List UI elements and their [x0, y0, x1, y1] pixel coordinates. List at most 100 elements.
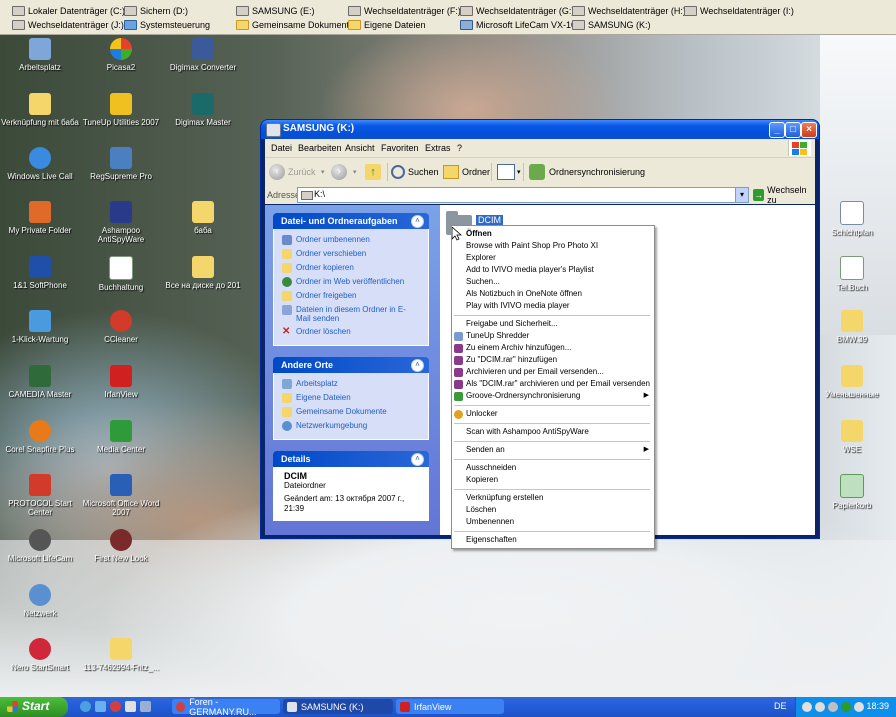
desktop-icon-private-folder[interactable]: My Private Folder [0, 201, 80, 235]
desktop-icon-ashampoo[interactable]: Ashampoo AntiSpyWare [81, 201, 161, 244]
place-network[interactable]: Netzwerkumgebung [274, 419, 428, 433]
quicklaunch-app-icon[interactable] [125, 701, 136, 712]
ctx-search[interactable]: Suchen... [466, 277, 500, 286]
toolbar-drive-h[interactable]: Wechseldatenträger (H:) [572, 4, 686, 18]
menu-extras[interactable]: Extras [425, 143, 451, 153]
task-delete-folder[interactable]: ✕ Ordner löschen [274, 325, 428, 339]
quicklaunch-ie-icon[interactable] [80, 701, 91, 712]
menu-datei[interactable]: Datei [271, 143, 292, 153]
back-button[interactable]: ‹ Zurück [269, 163, 316, 181]
quicklaunch-media-icon[interactable] [110, 701, 121, 712]
minimize-button[interactable]: _ [769, 122, 785, 138]
ctx-ivivo-playlist[interactable]: Add to IVIVO media player's Playlist [466, 265, 594, 274]
address-input[interactable]: K:\ ▾ [297, 187, 749, 203]
ctx-tuneup-shredder[interactable]: TuneUp Shredder [466, 331, 529, 340]
desktop-icon-buchhaltung[interactable]: Buchhaltung [81, 256, 161, 292]
close-button[interactable]: × [801, 122, 817, 138]
ctx-delete[interactable]: Löschen [466, 505, 496, 514]
tray-app-icon[interactable] [802, 702, 812, 712]
task-rename-folder[interactable]: Ordner umbenennen [274, 233, 428, 247]
desktop-icon-ccleaner[interactable]: CCleaner [81, 310, 161, 344]
desktop-icon-lifecam[interactable]: Microsoft LifeCam [0, 529, 80, 563]
desktop-icon-my-computer[interactable]: Arbeitsplatz [0, 38, 80, 72]
taskbar-button-samsung[interactable]: SAMSUNG (K:) [283, 699, 393, 714]
views-button[interactable]: ▾ [497, 163, 521, 181]
task-email-files[interactable]: Dateien in diesem Ordner in E-Mail sende… [274, 303, 428, 325]
desktop-icon-reduced[interactable]: Уменьшенные [812, 365, 892, 399]
quicklaunch-app-icon[interactable] [140, 701, 151, 712]
task-copy-folder[interactable]: Ordner kopieren [274, 261, 428, 275]
task-share-folder[interactable]: Ordner freigeben [274, 289, 428, 303]
title-bar[interactable]: SAMSUNG (K:) _ □ × [261, 120, 819, 139]
ctx-dcim-rar-email[interactable]: Als "DCIM.rar" archivieren und per Email… [466, 379, 650, 388]
desktop-icon-recycle-bin[interactable]: Papierkorb [812, 474, 892, 510]
folders-button[interactable]: Ordner [443, 163, 490, 181]
collapse-icon[interactable]: ˄ [411, 215, 424, 228]
ctx-groove-sync[interactable]: Groove-Ordnersynchronisierung [466, 391, 580, 400]
ctx-explorer[interactable]: Explorer [466, 253, 496, 262]
desktop-icon-digimax-converter[interactable]: Digimax Converter [163, 38, 243, 72]
ctx-onenote[interactable]: Als Notizbuch in OneNote öffnen [466, 289, 582, 298]
ctx-cut[interactable]: Ausschneiden [466, 463, 516, 472]
panel-header[interactable]: Andere Orte ˄ [273, 357, 429, 373]
desktop-icon-network[interactable]: Netzwerk [0, 584, 80, 618]
desktop-icon-1-klick-wartung[interactable]: 1-Klick-Wartung [0, 310, 80, 344]
desktop-icon-media-center[interactable]: Media Center [81, 420, 161, 454]
tray-app-icon[interactable] [815, 702, 825, 712]
task-move-folder[interactable]: Ordner verschieben [274, 247, 428, 261]
back-dropdown-icon[interactable]: ▾ [321, 168, 325, 176]
ctx-open[interactable]: Öffnen [466, 229, 492, 238]
desktop-icon-nero[interactable]: Nero StartSmart [0, 638, 80, 672]
go-button[interactable]: → Wechseln zu [753, 185, 815, 205]
ctx-ivivo-play[interactable]: Play with IVIVO media player [466, 301, 570, 310]
toolbar-drive-k[interactable]: SAMSUNG (K:) [572, 18, 651, 32]
taskbar-button-forum[interactable]: Foren - GERMANY.RU... [172, 697, 280, 717]
menu-bearbeiten[interactable]: Bearbeiten [298, 143, 342, 153]
desktop-icon-protocol-start-center[interactable]: PROTOCOL Start Center [0, 474, 80, 517]
search-button[interactable]: Suchen [391, 163, 439, 181]
desktop-icon-word[interactable]: Microsoft Office Word 2007 [81, 474, 161, 517]
toolbar-drive-i[interactable]: Wechseldatenträger (I:) [684, 4, 794, 18]
collapse-icon[interactable]: ˄ [411, 453, 424, 466]
desktop-icon-picasa[interactable]: Picasa2 [81, 38, 161, 72]
quicklaunch-desktop-icon[interactable] [95, 701, 106, 712]
desktop-icon-bmw39[interactable]: BMW.39 [812, 310, 892, 344]
desktop-icon-regsupreme[interactable]: RegSupreme Pro [81, 147, 161, 181]
desktop-icon-digimax-master[interactable]: Digimax Master [163, 93, 243, 127]
toolbar-drive-e[interactable]: SAMSUNG (E:) [236, 4, 315, 18]
ctx-send-to[interactable]: Senden an [466, 445, 505, 454]
place-my-documents[interactable]: Eigene Dateien [274, 391, 428, 405]
menu-help[interactable]: ? [457, 143, 462, 153]
menu-favoriten[interactable]: Favoriten [381, 143, 419, 153]
desktop-icon-telbuch[interactable]: Tel.Buch [812, 256, 892, 292]
up-button[interactable]: ↑ [365, 163, 381, 181]
ctx-sharing[interactable]: Freigabe und Sicherheit... [466, 319, 558, 328]
desktop-icon-corel-snapfire[interactable]: Corel Snapfire Plus [0, 420, 80, 454]
tray-volume-icon[interactable] [828, 702, 838, 712]
ctx-unlocker[interactable]: Unlocker [466, 409, 498, 418]
panel-header[interactable]: Details ˄ [273, 451, 429, 467]
menu-ansicht[interactable]: Ansicht [345, 143, 375, 153]
toolbar-drive-j[interactable]: Wechseldatenträger (J:) [12, 18, 124, 32]
desktop-icon-windows-live-call[interactable]: Windows Live Call [0, 147, 80, 181]
desktop-icon-camedia-master[interactable]: CAMEDIA Master [0, 365, 80, 399]
desktop-icon-wse[interactable]: WSE [812, 420, 892, 454]
maximize-button[interactable]: □ [785, 122, 801, 138]
desktop-icon-softphone[interactable]: 1&1 SoftPhone [0, 256, 80, 290]
desktop-icon-schichtplan[interactable]: Schichtplan [812, 201, 892, 237]
forward-dropdown-icon[interactable]: ▾ [353, 168, 357, 176]
desktop-icon-irfanview[interactable]: IrfanView [81, 365, 161, 399]
toolbar-drive-g[interactable]: Wechseldatenträger (G:) [460, 4, 574, 18]
toolbar-lifecam[interactable]: Microsoft LifeCam VX-10... [460, 18, 584, 32]
taskbar-button-irfanview[interactable]: IrfanView [396, 699, 504, 714]
collapse-icon[interactable]: ˄ [411, 359, 424, 372]
toolbar-shared-documents[interactable]: Gemeinsame Dokumente [236, 18, 354, 32]
ctx-copy[interactable]: Kopieren [466, 475, 498, 484]
place-shared-documents[interactable]: Gemeinsame Dokumente [274, 405, 428, 419]
forward-button[interactable]: › [331, 163, 350, 181]
tray-app-icon[interactable] [854, 702, 864, 712]
desktop-icon-folder-113[interactable]: 113-7462994-Fritz_... [81, 638, 161, 672]
ctx-rename[interactable]: Umbenennen [466, 517, 514, 526]
desktop-icon-shortcut-baba[interactable]: Verknüpfung mit баба [0, 93, 80, 127]
toolbar-drive-d[interactable]: Sichern (D:) [124, 4, 188, 18]
